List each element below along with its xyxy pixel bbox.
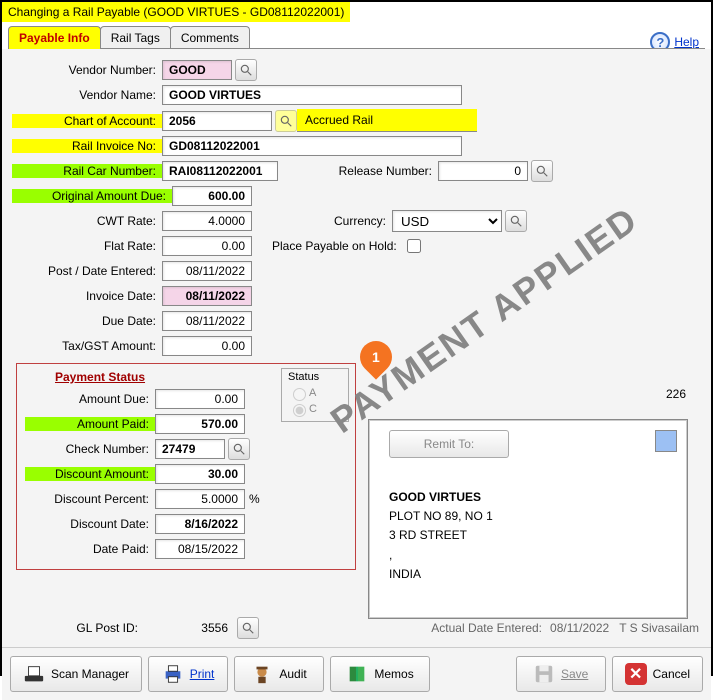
printer-icon <box>162 663 184 685</box>
flat-rate-field[interactable]: 0.00 <box>162 236 252 256</box>
label-amount-due: Amount Due: <box>25 392 155 406</box>
lookup-glpost-button[interactable] <box>237 617 259 639</box>
label-date-paid: Date Paid: <box>25 542 155 556</box>
scanner-icon <box>23 663 45 685</box>
side-number: 226 <box>666 387 686 401</box>
status-radio-a[interactable] <box>293 388 306 401</box>
label-release-number: Release Number: <box>318 164 438 178</box>
window-title: Changing a Rail Payable (GOOD VIRTUES - … <box>2 2 350 22</box>
magnifier-icon <box>535 164 549 178</box>
cwt-rate-field[interactable]: 4.0000 <box>162 211 252 231</box>
status-title: Status <box>288 371 342 383</box>
cancel-button[interactable]: ✕ Cancel <box>612 656 703 692</box>
magnifier-icon <box>509 214 523 228</box>
hold-checkbox[interactable] <box>407 239 421 253</box>
remit-line4: INDIA <box>389 565 667 584</box>
chart-of-account-field[interactable]: 2056 <box>162 111 272 131</box>
discount-percent-field[interactable]: 5.0000 <box>155 489 245 509</box>
label-actual-date-entered: Actual Date Entered: <box>431 621 542 635</box>
lookup-check-button[interactable] <box>228 438 250 460</box>
lookup-currency-button[interactable] <box>505 210 527 232</box>
remit-name: GOOD VIRTUES <box>389 488 667 507</box>
remit-line3: , <box>389 546 667 565</box>
label-amount-paid: Amount Paid: <box>25 417 155 431</box>
label-flat-rate: Flat Rate: <box>12 239 162 253</box>
post-date-field[interactable]: 08/11/2022 <box>162 261 252 281</box>
label-vendor-name: Vendor Name: <box>12 88 162 102</box>
label-discount-amount: Discount Amount: <box>25 467 155 481</box>
vendor-name-field: GOOD VIRTUES <box>162 85 462 105</box>
tab-payable-info[interactable]: Payable Info <box>8 26 101 49</box>
original-amount-due-field[interactable]: 600.00 <box>172 186 252 206</box>
date-paid-field: 08/15/2022 <box>155 539 245 559</box>
rail-invoice-no-field[interactable]: GD08112022001 <box>162 136 462 156</box>
label-check-number: Check Number: <box>25 442 155 456</box>
discount-date-field[interactable]: 8/16/2022 <box>155 514 245 534</box>
actual-user-value: T S Sivasailam <box>619 621 699 635</box>
magnifier-icon <box>279 114 293 128</box>
save-button[interactable]: Save <box>516 656 606 692</box>
memos-button[interactable]: Memos <box>330 656 430 692</box>
percent-suffix: % <box>249 492 260 506</box>
chart-of-account-desc: Accrued Rail <box>297 109 477 132</box>
remit-line1: PLOT NO 89, NO 1 <box>389 507 667 526</box>
vendor-number-field[interactable]: GOOD <box>162 60 232 80</box>
label-chart-of-account: Chart of Account: <box>12 114 162 128</box>
currency-select[interactable]: USD <box>392 210 502 232</box>
payment-status-panel: Payment Status Status A C Amount Due: 0.… <box>16 363 356 570</box>
label-tax-gst-amount: Tax/GST Amount: <box>12 339 162 353</box>
tax-gst-field[interactable]: 0.00 <box>162 336 252 356</box>
release-number-field[interactable]: 0 <box>438 161 528 181</box>
due-date-field[interactable]: 08/11/2022 <box>162 311 252 331</box>
label-currency: Currency: <box>302 214 392 228</box>
label-due-date: Due Date: <box>12 314 162 328</box>
status-option-c: C <box>288 401 342 417</box>
lookup-vendor-button[interactable] <box>235 59 257 81</box>
label-rail-invoice-no: Rail Invoice No: <box>12 139 162 153</box>
label-discount-date: Discount Date: <box>25 517 155 531</box>
status-radio-c[interactable] <box>293 404 306 417</box>
label-post-date-entered: Post / Date Entered: <box>12 264 162 278</box>
lookup-release-button[interactable] <box>531 160 553 182</box>
amount-due-field: 0.00 <box>155 389 245 409</box>
lookup-account-button[interactable] <box>275 110 297 132</box>
scan-manager-button[interactable]: Scan Manager <box>10 656 142 692</box>
tab-comments[interactable]: Comments <box>170 26 250 49</box>
label-invoice-date: Invoice Date: <box>12 289 162 303</box>
label-cwt-rate: CWT Rate: <box>12 214 162 228</box>
tab-rail-tags[interactable]: Rail Tags <box>100 26 171 49</box>
floppy-icon <box>533 663 555 685</box>
label-vendor-number: Vendor Number: <box>12 63 162 77</box>
amount-paid-field: 570.00 <box>155 414 245 434</box>
status-option-a: A <box>288 385 342 401</box>
magnifier-icon <box>232 442 246 456</box>
remit-panel: Remit To: GOOD VIRTUES PLOT NO 89, NO 1 … <box>368 419 688 619</box>
annotation-marker: 1 <box>360 341 392 373</box>
magnifier-icon <box>241 621 255 635</box>
label-rail-car-number: Rail Car Number: <box>12 164 162 178</box>
label-discount-percent: Discount Percent: <box>25 492 155 506</box>
audit-button[interactable]: Audit <box>234 656 324 692</box>
rail-car-number-field[interactable]: RAI08112022001 <box>162 161 278 181</box>
magnifier-icon <box>239 63 253 77</box>
print-button[interactable]: Print <box>148 656 228 692</box>
close-icon: ✕ <box>625 663 647 685</box>
discount-amount-field[interactable]: 30.00 <box>155 464 245 484</box>
remit-line2: 3 RD STREET <box>389 526 667 545</box>
stamp-icon <box>655 430 677 452</box>
label-place-payable-on-hold: Place Payable on Hold: <box>272 239 397 253</box>
actual-date-value: 08/11/2022 <box>550 621 609 635</box>
gl-post-id-value: 3556 <box>144 621 234 635</box>
label-original-amount-due: Original Amount Due: <box>12 189 172 203</box>
detective-icon <box>251 663 273 685</box>
check-number-field[interactable]: 27479 <box>155 439 225 459</box>
remit-to-button[interactable]: Remit To: <box>389 430 509 458</box>
status-groupbox: Status A C <box>281 368 349 422</box>
label-gl-post-id: GL Post ID: <box>14 621 144 635</box>
book-icon <box>346 663 368 685</box>
invoice-date-field[interactable]: 08/11/2022 <box>162 286 252 306</box>
